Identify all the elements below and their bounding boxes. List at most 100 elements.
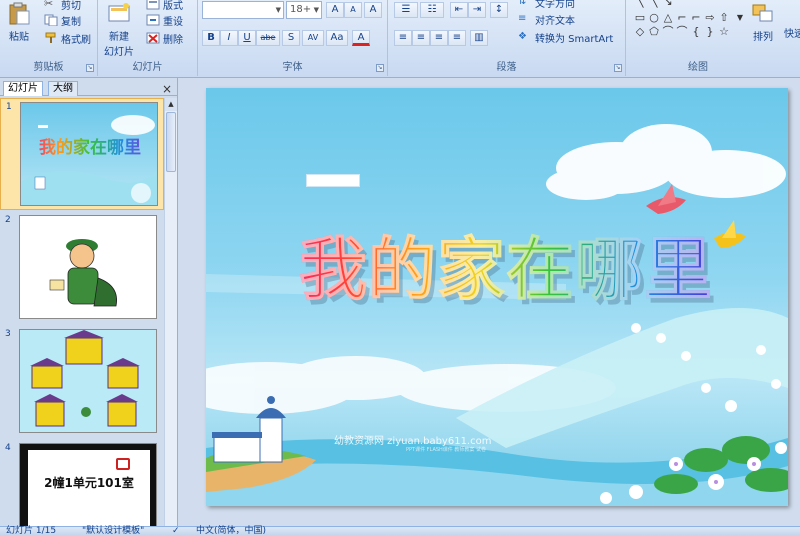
curve-shape-icon[interactable]: ⌒ <box>676 26 688 38</box>
language-status[interactable]: 中文(简体，中国) <box>196 527 266 536</box>
justify-button[interactable]: ≡ <box>448 30 466 46</box>
connector-shape-icon[interactable]: ⌐ <box>676 12 688 24</box>
slide-number: 1 <box>6 102 12 112</box>
copy-button[interactable]: 复制 <box>44 12 81 28</box>
scroll-up-icon[interactable]: ▲ <box>165 98 177 111</box>
slide-preview <box>19 215 157 319</box>
slides-group-label: 幻灯片 <box>132 62 163 73</box>
text-direction-button[interactable]: ⇅ 文字方向 <box>518 0 575 10</box>
slide-1-preview-title: 我的家在哪里 <box>29 133 151 158</box>
buildings-illustration <box>30 330 140 427</box>
shapes-more-icon[interactable]: ▼ <box>734 12 746 24</box>
slide-number: 4 <box>5 443 11 453</box>
delete-label: 删除 <box>163 34 183 46</box>
brace-right-shape-icon[interactable]: } <box>704 26 716 38</box>
pentagon-shape-icon[interactable]: ⬠ <box>648 26 660 38</box>
change-case-button[interactable]: Aa <box>326 30 348 46</box>
font-launcher[interactable]: ↘ <box>376 64 384 72</box>
italic-button[interactable]: I <box>220 30 238 46</box>
char-spacing-button[interactable]: AV <box>302 30 324 46</box>
delete-slide-button[interactable]: 删除 <box>146 30 183 46</box>
bold-button[interactable]: B <box>202 30 220 46</box>
cut-button[interactable]: ✂ 剪切 <box>44 0 81 12</box>
line-shape-icon[interactable]: ╲ <box>648 0 660 8</box>
tab-slides[interactable]: 幻灯片 <box>3 81 43 96</box>
quick-styles-button[interactable]: 快速 <box>784 24 800 40</box>
font-group-label: 字体 <box>282 62 303 73</box>
up-arrow-shape-icon[interactable]: ⇧ <box>718 12 730 24</box>
line-spacing-button[interactable]: ↕ <box>490 2 508 18</box>
slide-thumbnail[interactable]: 2 <box>0 212 164 324</box>
current-slide[interactable]: 我的家在哪里 我的家在哪里 幼教资源网 ziyuan.baby611.com P… <box>206 88 788 506</box>
increase-indent-button[interactable]: ⇥ <box>468 2 486 18</box>
text-placeholder-box[interactable] <box>306 174 360 187</box>
triangle-shape-icon[interactable]: △ <box>662 12 674 24</box>
align-text-button[interactable]: ≡ 对齐文本 <box>518 11 575 27</box>
font-size-value: 18+ <box>290 4 312 15</box>
line-shape-icon[interactable]: ╲ <box>634 0 646 8</box>
theme-status[interactable]: "默认设计模板" <box>82 527 144 536</box>
curve-shape-icon[interactable]: ⌒ <box>662 26 674 38</box>
panel-tabs: 幻灯片 大纲 × <box>0 80 178 96</box>
bullets-button[interactable]: ☰ <box>394 2 418 18</box>
arrow-shape-icon[interactable]: ↘ <box>662 0 674 8</box>
decrease-indent-button[interactable]: ⇤ <box>450 2 468 18</box>
shadow-button[interactable]: S <box>282 30 300 46</box>
format-painter-button[interactable]: 格式刷 <box>44 30 91 46</box>
panel-scrollbar[interactable]: ▲ <box>164 98 177 526</box>
drawing-group-label: 绘图 <box>688 62 708 73</box>
paste-button[interactable]: 粘贴 <box>6 2 32 43</box>
shrink-font-button[interactable]: A <box>344 2 362 18</box>
star-shape-icon[interactable]: ☆ <box>718 26 730 38</box>
stamp-icon <box>116 458 130 470</box>
strikethrough-button[interactable]: abe <box>256 30 280 46</box>
chevron-down-icon: ▼ <box>275 6 281 14</box>
right-arrow-shape-icon[interactable]: ⇨ <box>704 12 716 24</box>
oval-shape-icon[interactable]: ○ <box>648 12 660 24</box>
shadow-label: S <box>287 32 295 43</box>
postman-illustration <box>49 239 117 307</box>
font-name-combo[interactable]: ▼ <box>202 1 284 19</box>
numbering-button[interactable]: ☷ <box>420 2 444 18</box>
align-right-button[interactable]: ≡ <box>430 30 448 46</box>
clear-format-button[interactable]: A <box>364 2 382 18</box>
clipboard-launcher[interactable]: ↘ <box>86 64 94 72</box>
underline-label: U <box>243 32 251 43</box>
rectangle-shape-icon[interactable]: ▭ <box>634 12 646 24</box>
slide-thumbnail[interactable]: 4 2幢1单元101室 <box>0 440 164 526</box>
slide-number: 2 <box>5 215 11 225</box>
tab-outline-label: 大纲 <box>53 83 73 94</box>
slide-preview: 我的家在哪里 <box>20 102 158 206</box>
reset-button[interactable]: 重设 <box>146 12 183 28</box>
brace-left-shape-icon[interactable]: { <box>690 26 702 38</box>
font-color-button[interactable]: A <box>352 30 370 46</box>
paragraph-launcher[interactable]: ↘ <box>614 64 622 72</box>
copy-icon <box>44 14 58 26</box>
align-center-button[interactable]: ≡ <box>412 30 430 46</box>
copy-label: 复制 <box>61 16 81 28</box>
arrange-button[interactable]: 排列 <box>750 2 776 43</box>
slide-title[interactable]: 我的家在哪里 <box>246 214 766 313</box>
columns-button[interactable]: ▥ <box>470 30 488 46</box>
font-size-combo[interactable]: 18+ ▼ <box>286 1 322 19</box>
watermark-text: 幼教资源网 ziyuan.baby611.com <box>334 436 492 447</box>
align-left-button[interactable]: ≡ <box>394 30 412 46</box>
reset-icon <box>146 14 160 26</box>
connector-shape-icon[interactable]: ⌐ <box>690 12 702 24</box>
diamond-shape-icon[interactable]: ◇ <box>634 26 646 38</box>
new-slide-button[interactable]: 新建 幻灯片 <box>104 2 134 58</box>
layout-button[interactable]: 版式 <box>146 0 183 12</box>
format-painter-icon <box>45 32 56 43</box>
scroll-thumb[interactable] <box>166 112 176 172</box>
smartart-button[interactable]: ❖ 转换为 SmartArt <box>518 29 613 45</box>
spellcheck-icon[interactable]: ✓ <box>172 527 180 536</box>
smartart-icon: ❖ <box>518 31 527 42</box>
underline-button[interactable]: U <box>238 30 256 46</box>
close-icon[interactable]: × <box>162 82 172 96</box>
slide-number: 3 <box>5 329 11 339</box>
slide-thumbnail[interactable]: 3 <box>0 326 164 438</box>
tab-outline[interactable]: 大纲 <box>48 81 78 96</box>
clipboard-group-label: 剪贴板 <box>33 62 64 73</box>
grow-font-button[interactable]: A <box>326 2 344 18</box>
slide-thumbnail[interactable]: 1 我的家在哪里 <box>0 98 164 210</box>
